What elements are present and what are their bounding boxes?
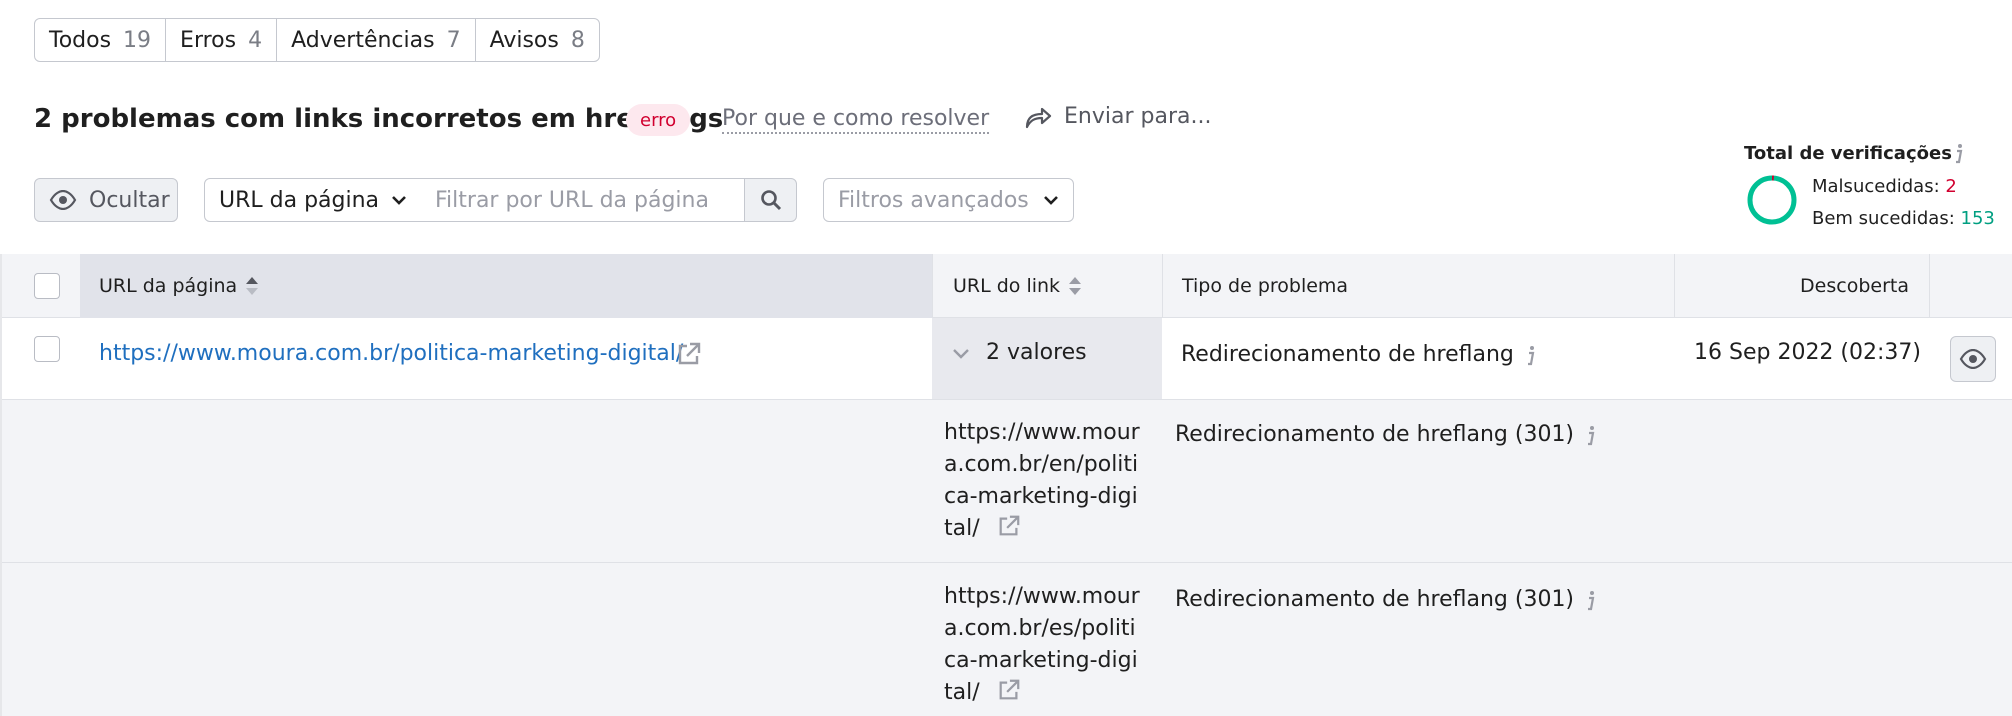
- url-filter-input[interactable]: [421, 178, 745, 222]
- column-link-url[interactable]: URL do link: [932, 254, 1162, 318]
- link-url-line: ca-marketing-digi: [944, 648, 1138, 673]
- link-url-line: a.com.br/es/politi: [944, 616, 1136, 641]
- select-all-checkbox[interactable]: [34, 273, 60, 299]
- url-select-value: URL da página: [219, 187, 380, 213]
- table-subrow: https://www.mour a.com.br/es/politi ca-m…: [0, 563, 2012, 716]
- eye-icon: [1959, 349, 1987, 369]
- column-label: URL da página: [99, 275, 238, 297]
- column-discovered: Descoberta: [1674, 254, 1930, 318]
- sort-icon: [246, 277, 259, 295]
- failed-label: Malsucedidas:: [1812, 176, 1940, 197]
- why-and-how-link[interactable]: Por que e como resolver: [722, 106, 990, 134]
- values-count: 2 valores: [986, 340, 1087, 365]
- issue-text: Redirecionamento de hreflang (301): [1175, 422, 1575, 447]
- info-icon[interactable]: [1952, 142, 1966, 168]
- chevron-down-icon: [1044, 196, 1058, 205]
- link-url-tail: tal/: [944, 516, 980, 541]
- filter-tab-count: 8: [570, 27, 585, 53]
- search-button[interactable]: [744, 178, 797, 222]
- advanced-filters-label: Filtros avançados: [838, 187, 1029, 213]
- issue-text: Redirecionamento de hreflang: [1181, 342, 1514, 367]
- expand-values-toggle[interactable]: 2 valores: [952, 340, 1087, 365]
- toggle-visibility-button[interactable]: [1950, 336, 1996, 382]
- filter-tabs: Todos 19 Erros 4 Advertências 7 Avisos 8: [34, 18, 600, 62]
- success-label: Bem sucedidas:: [1812, 208, 1955, 229]
- filter-tab-label: Todos: [49, 27, 112, 53]
- search-icon: [760, 190, 781, 211]
- filter-tab-label: Advertências: [291, 27, 435, 53]
- hide-label: Ocultar: [89, 187, 170, 213]
- issue-text: Redirecionamento de hreflang (301): [1175, 587, 1575, 612]
- table-header: URL da página URL do link Tipo de proble…: [0, 254, 2012, 318]
- link-url[interactable]: https://www.mour a.com.br/en/politi ca-m…: [944, 417, 1144, 545]
- issue-type-cell: Redirecionamento de hreflang (301): [1175, 587, 1598, 612]
- filter-tab-all[interactable]: Todos 19: [35, 19, 167, 61]
- filter-tab-errors[interactable]: Erros 4: [166, 19, 278, 61]
- column-issue-type: Tipo de problema: [1162, 254, 1674, 318]
- link-url-tail: tal/: [944, 680, 980, 705]
- column-label: Descoberta: [1800, 275, 1909, 297]
- total-verifications-title: Total de verificações: [1744, 143, 1952, 164]
- chevron-down-icon: [392, 196, 406, 205]
- error-badge: erro: [626, 104, 691, 136]
- verifications-donut-chart: [1746, 174, 1798, 230]
- filter-tab-label: Avisos: [489, 27, 559, 53]
- page-url-link[interactable]: https://www.moura.com.br/politica-market…: [99, 341, 683, 366]
- failed-value: 2: [1945, 176, 1957, 197]
- info-icon[interactable]: [1584, 424, 1598, 446]
- filter-tab-count: 19: [123, 27, 152, 53]
- eye-icon: [49, 190, 77, 210]
- filter-tab-count: 4: [248, 27, 263, 53]
- link-url-line: tal/: [944, 677, 1144, 709]
- issue-type-cell: Redirecionamento de hreflang (301): [1175, 422, 1598, 447]
- successful-checks: Bem sucedidas: 153: [1812, 208, 1995, 229]
- row-checkbox[interactable]: [34, 336, 60, 362]
- link-url[interactable]: https://www.mour a.com.br/es/politi ca-m…: [944, 581, 1144, 709]
- column-label: URL do link: [953, 275, 1061, 297]
- filter-tab-label: Erros: [180, 27, 237, 53]
- chevron-down-icon: [953, 348, 969, 359]
- external-link-icon[interactable]: [676, 341, 702, 371]
- hide-button[interactable]: Ocultar: [34, 178, 178, 222]
- send-to-label: Enviar para...: [1064, 104, 1212, 129]
- send-to-button[interactable]: Enviar para...: [1024, 104, 1211, 129]
- link-url-line: a.com.br/en/politi: [944, 452, 1139, 477]
- share-arrow-icon: [1025, 107, 1052, 128]
- info-icon[interactable]: [1584, 589, 1598, 611]
- issue-type-cell: Redirecionamento de hreflang: [1181, 342, 1538, 367]
- url-field-select[interactable]: URL da página: [204, 178, 422, 222]
- discovered-date: 16 Sep 2022 (02:37): [1694, 340, 1921, 365]
- info-icon[interactable]: [1524, 344, 1538, 366]
- filter-tab-count: 7: [446, 27, 461, 53]
- table-left-border: [0, 254, 2, 716]
- external-link-icon[interactable]: [997, 514, 1021, 538]
- link-url-line: ca-marketing-digi: [944, 484, 1138, 509]
- link-url-line: https://www.mour: [944, 420, 1140, 445]
- success-value: 153: [1960, 208, 1995, 229]
- issue-title: 2 problemas com links incorretos em href…: [34, 104, 724, 134]
- column-page-url[interactable]: URL da página: [80, 254, 932, 318]
- table-subrow: https://www.mour a.com.br/en/politi ca-m…: [0, 400, 2012, 563]
- failed-checks: Malsucedidas: 2: [1812, 176, 1957, 197]
- sort-icon: [1069, 277, 1082, 295]
- link-url-line: tal/: [944, 513, 1144, 545]
- link-url-line: https://www.mour: [944, 584, 1140, 609]
- filter-tab-warnings[interactable]: Advertências 7: [277, 19, 476, 61]
- filter-tab-notices[interactable]: Avisos 8: [476, 19, 599, 61]
- column-label: Tipo de problema: [1182, 275, 1349, 297]
- external-link-icon[interactable]: [997, 678, 1021, 702]
- advanced-filters-select[interactable]: Filtros avançados: [823, 178, 1074, 222]
